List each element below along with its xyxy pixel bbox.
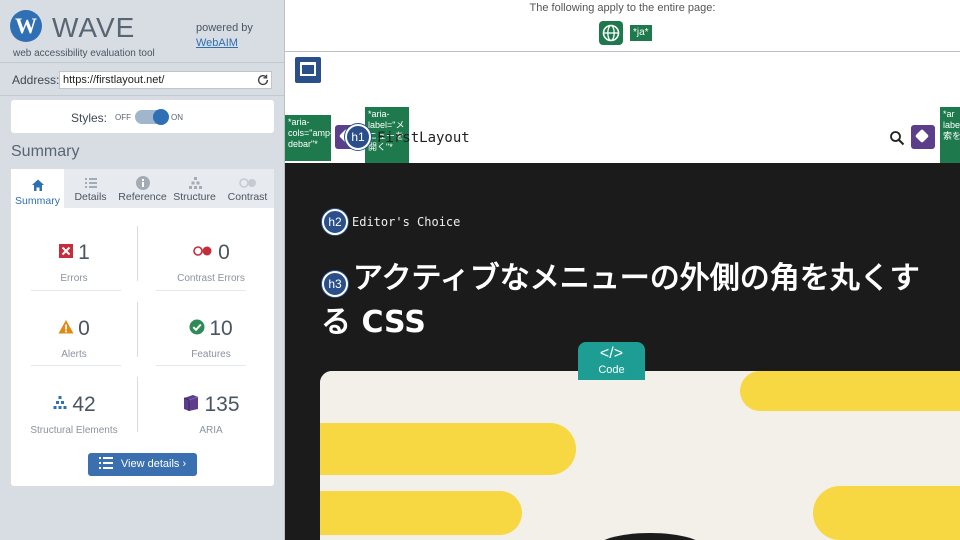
- stat-structural[interactable]: 42 Structural Elements: [11, 383, 137, 455]
- aria-label-search-tag[interactable]: *ar labe 索を: [940, 107, 960, 163]
- reload-icon[interactable]: [256, 73, 270, 87]
- wave-logo-text: WAVE: [52, 12, 136, 43]
- tab-label: Structure: [173, 191, 216, 203]
- site-header: *aria- cols="amp- debar"* *aria- label="…: [285, 105, 960, 163]
- aria-label: ARIA: [199, 425, 223, 436]
- styles-label: Styles:: [71, 111, 108, 125]
- summary-panel: Summary Details Reference Structure Cont…: [11, 169, 274, 486]
- lang-attribute-tag[interactable]: *ja*: [630, 25, 652, 41]
- wave-logo-icon: W: [10, 10, 42, 42]
- stat-aria[interactable]: 135 ARIA: [148, 383, 274, 455]
- alerts-label: Alerts: [61, 349, 87, 360]
- styles-off-label: OFF: [115, 113, 131, 122]
- h2-badge[interactable]: h2: [322, 209, 348, 235]
- tab-label: Contrast: [227, 191, 268, 203]
- structural-count: 42: [72, 393, 96, 416]
- stat-divider: [137, 377, 138, 432]
- styles-toggle-box: Styles: OFF ON: [11, 100, 274, 133]
- styles-toggle[interactable]: [135, 109, 169, 125]
- view-details-button[interactable]: View details ›: [88, 453, 197, 476]
- address-label: Address:: [12, 73, 60, 87]
- powered-by-label: powered by: [196, 22, 253, 34]
- tab-label: Details: [74, 191, 107, 203]
- page-level-text: The following apply to the entire page:: [529, 2, 716, 14]
- contrast-icon: [238, 178, 256, 188]
- article-title[interactable]: アクティブなメニューの外側の角を丸くする CSS: [321, 257, 931, 345]
- stat-contrast-errors[interactable]: 0 Contrast Errors: [148, 231, 274, 303]
- evaluated-page: The following apply to the entire page: …: [285, 0, 960, 540]
- wave-logo: W WAVE web accessibility evaluation tool…: [10, 8, 275, 66]
- region-icon-inner: [300, 62, 316, 76]
- structure-icon: [53, 396, 67, 410]
- features-count: 10: [209, 317, 233, 340]
- tab-contrast[interactable]: Contrast: [221, 169, 274, 208]
- globe-icon: [602, 24, 620, 42]
- webaim-link[interactable]: WebAIM: [196, 37, 238, 49]
- structure-region-icon[interactable]: [295, 57, 321, 83]
- article-title-text: アクティブなメニューの外側の角を丸くする CSS: [321, 261, 920, 340]
- structure-icon: [188, 177, 202, 189]
- search-icon[interactable]: [889, 130, 905, 146]
- aria-cube-icon: [184, 395, 199, 412]
- styles-on-label: ON: [171, 113, 183, 122]
- errors-count: 1: [78, 241, 90, 264]
- tab-summary[interactable]: Summary: [11, 169, 64, 208]
- info-icon: [135, 176, 150, 190]
- stat-errors[interactable]: 1 Errors: [11, 231, 137, 303]
- aria-count: 135: [204, 393, 240, 416]
- error-icon: [59, 244, 74, 259]
- alert-icon: [58, 320, 74, 334]
- page-level-annotations: The following apply to the entire page: …: [285, 0, 960, 52]
- address-bar: Address:: [0, 62, 284, 96]
- editors-choice-heading: Editor's Choice: [352, 215, 461, 229]
- structural-label: Structural Elements: [30, 425, 118, 436]
- home-icon: [31, 179, 44, 191]
- h1-badge[interactable]: h1: [345, 124, 371, 150]
- wave-sidebar: W WAVE web accessibility evaluation tool…: [0, 0, 285, 540]
- code-icon: </>: [599, 345, 624, 362]
- tab-label: Reference: [118, 191, 167, 203]
- panel-tabs: Summary Details Reference Structure Cont…: [11, 169, 274, 208]
- article-thumbnail[interactable]: [320, 371, 960, 540]
- aria-icon[interactable]: [911, 125, 935, 149]
- stat-alerts[interactable]: 0 Alerts: [11, 307, 137, 379]
- tab-label: Summary: [15, 195, 60, 207]
- view-details-label: View details ›: [120, 458, 187, 470]
- code-label: Code: [598, 364, 625, 376]
- summary-heading: Summary: [11, 143, 80, 160]
- list-icon: [98, 457, 113, 470]
- stat-features[interactable]: 10 Features: [148, 307, 274, 379]
- stat-divider: [137, 302, 138, 357]
- address-input[interactable]: [59, 71, 272, 89]
- contrast-error-icon: [193, 246, 212, 257]
- aria-controls-tag[interactable]: *aria- cols="amp- debar"*: [285, 115, 331, 161]
- list-icon: [84, 178, 97, 188]
- contrast-errors-label: Contrast Errors: [177, 273, 245, 284]
- language-globe-icon[interactable]: [599, 21, 623, 45]
- stat-divider: [137, 226, 138, 281]
- code-category-badge[interactable]: </> Code: [578, 342, 645, 380]
- alerts-count: 0: [78, 317, 90, 340]
- tab-reference[interactable]: Reference: [116, 169, 169, 208]
- check-icon: [189, 319, 205, 335]
- errors-label: Errors: [60, 273, 88, 284]
- site-name[interactable]: FirstLayout: [377, 130, 470, 146]
- contrast-errors-count: 0: [218, 241, 230, 264]
- toggle-knob: [153, 109, 169, 125]
- tab-structure[interactable]: Structure: [168, 169, 221, 208]
- thumbnail-illustration: [320, 371, 960, 540]
- features-label: Features: [191, 349, 231, 360]
- wave-tagline: web accessibility evaluation tool: [13, 48, 155, 59]
- tab-details[interactable]: Details: [64, 169, 117, 208]
